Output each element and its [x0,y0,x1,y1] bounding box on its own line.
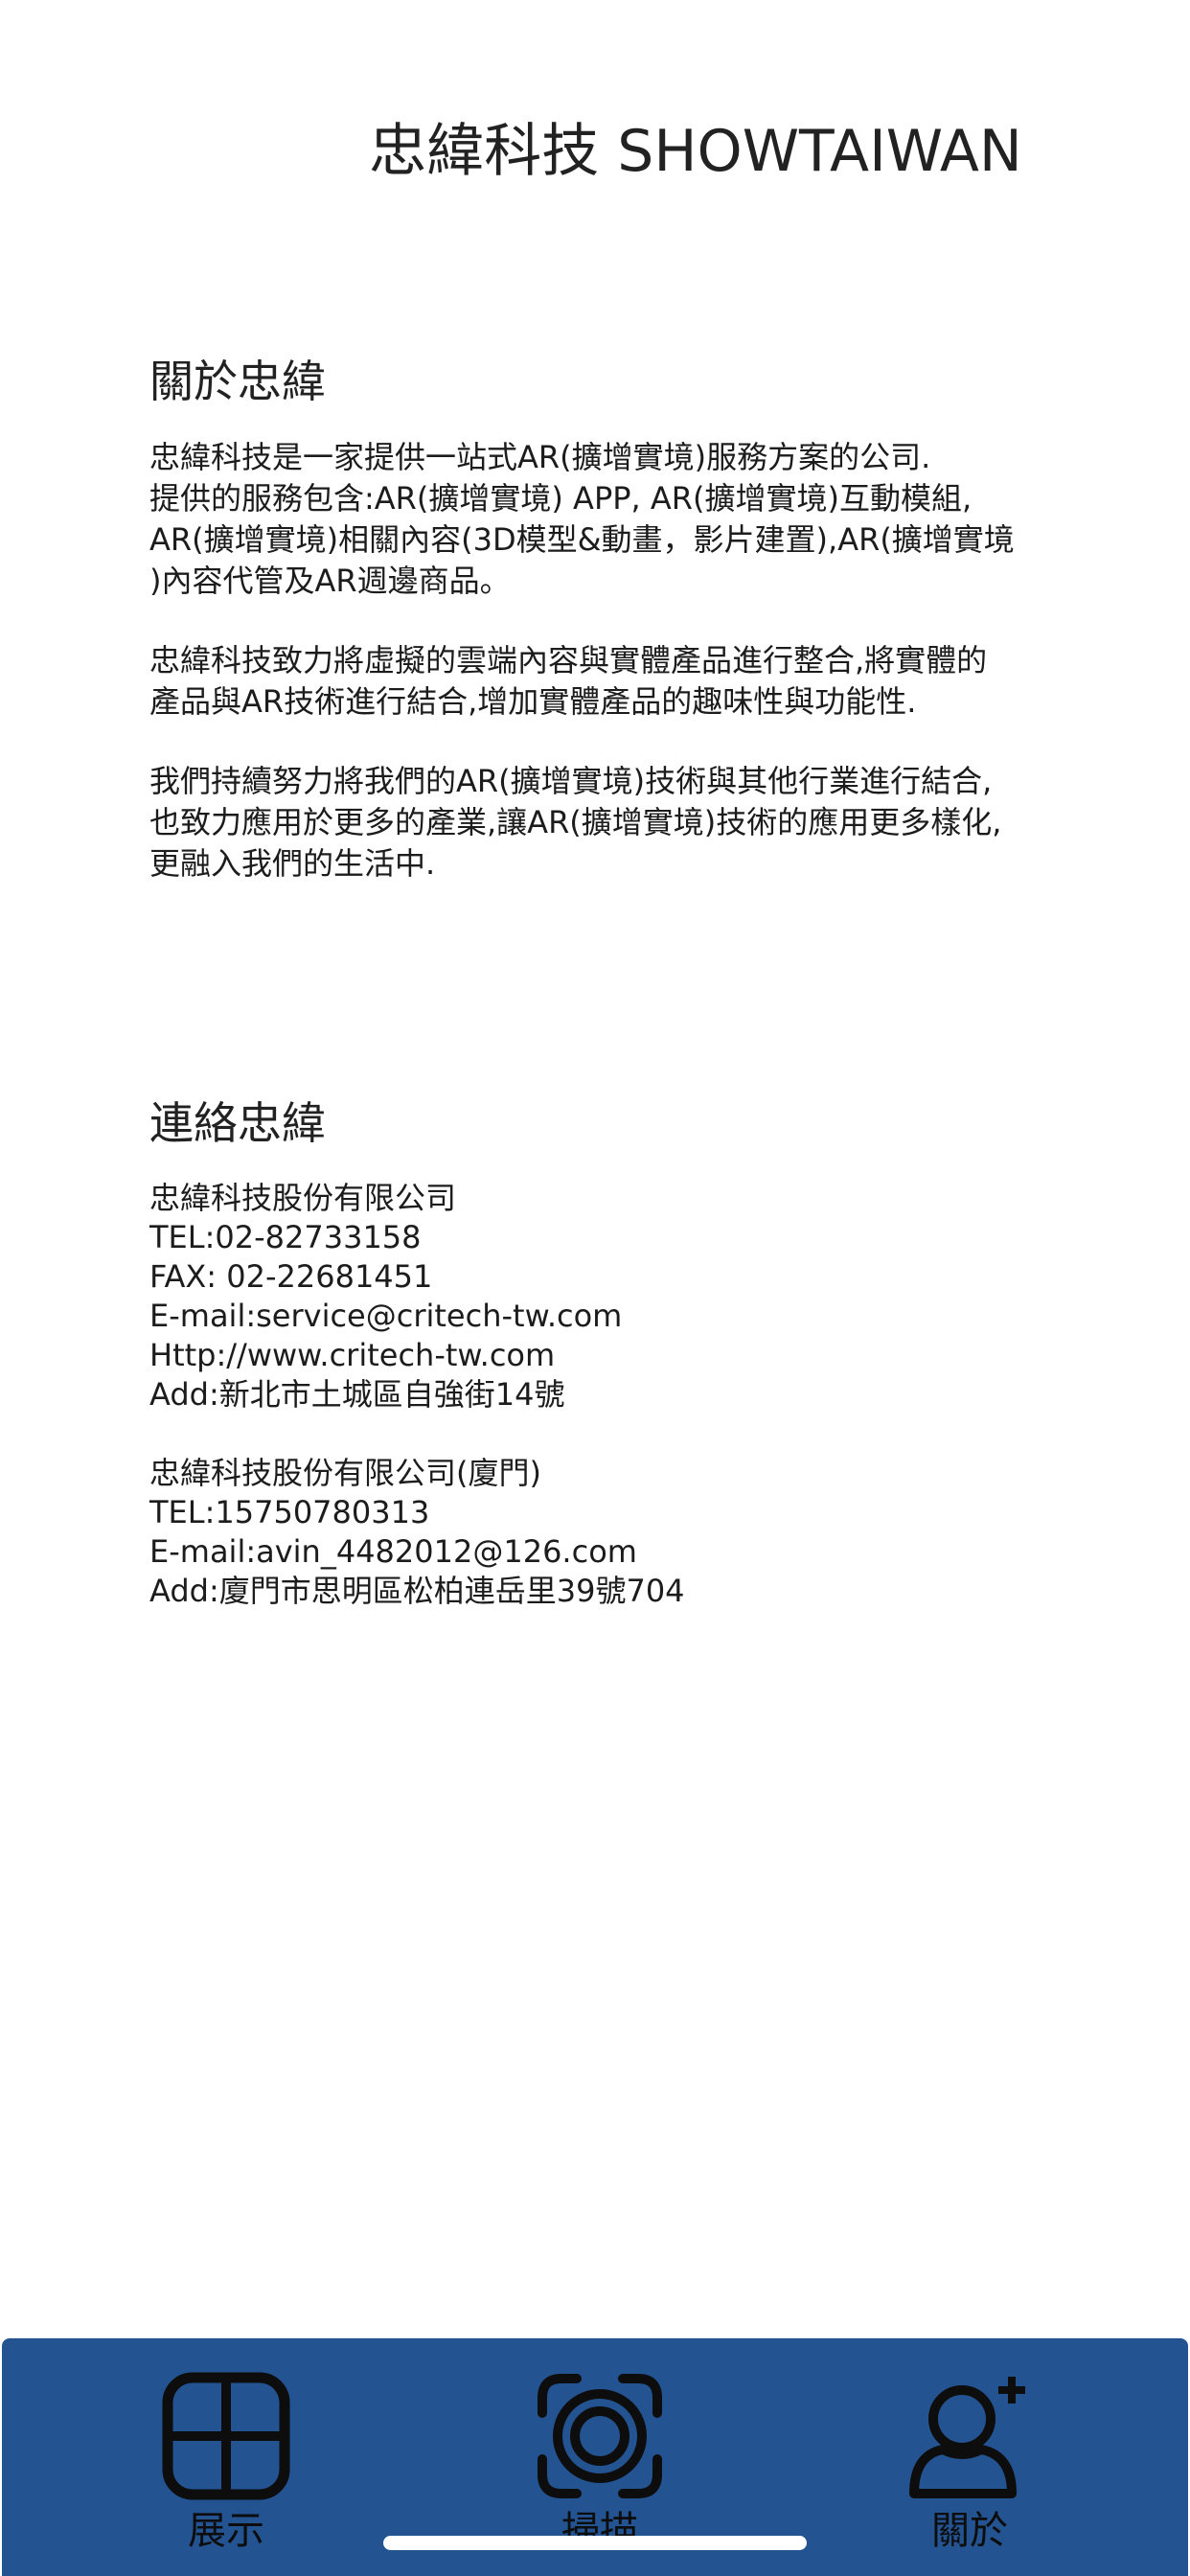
tab-label: 關於 [931,2509,1008,2553]
page-title: 忠緯科技 SHOWTAIWAN [369,118,1022,185]
contact-section: 連絡忠緯 忠緯科技股份有限公司 TEL:02-82733158 FAX: 02-… [149,1094,1127,1650]
contact-block-xiamen: 忠緯科技股份有限公司(廈門) TEL:15750780313 E-mail:av… [149,1454,1127,1611]
address: Add:新北市土城區自強街14號 [149,1376,565,1413]
website-link[interactable]: Http://www.critech-tw.com [149,1336,1127,1375]
add-user-icon [909,2377,1025,2498]
about-paragraph-3: 我們持續努力將我們的AR(擴增實境)技術與其他行業進行結合, 也致力應用於更多的… [149,763,1002,882]
tab-label: 展示 [188,2509,264,2553]
about-paragraph-2: 忠緯科技致力將虛擬的雲端內容與實體產品進行整合,將實體的 產品與AR技術進行結合… [149,642,988,720]
bottom-tab-bar: 展示 掃描 關於 [2,2338,1188,2576]
company-name: 忠緯科技股份有限公司(廈門) [149,1455,541,1491]
fax-number: FAX: 02-22681451 [149,1258,433,1295]
tab-about[interactable]: 關於 [826,2338,1113,2576]
home-indicator[interactable] [383,2536,807,2550]
phone-number[interactable]: TEL:02-82733158 [149,1218,1127,1257]
scan-target-icon [538,2374,662,2498]
grid-icon [162,2372,290,2500]
contact-block-taipei: 忠緯科技股份有限公司 TEL:02-82733158 FAX: 02-22681… [149,1179,1127,1414]
address: Add:廈門市思明區松柏連岳里39號704 [149,1573,685,1609]
about-paragraph-1: 忠緯科技是一家提供一站式AR(擴增實境)服務方案的公司. 提供的服務包含:AR(… [149,439,1015,599]
tab-display[interactable]: 展示 [82,2338,370,2576]
email-link[interactable]: E-mail:service@critech-tw.com [149,1297,1127,1336]
contact-heading: 連絡忠緯 [149,1097,326,1149]
about-heading: 關於忠緯 [149,356,326,407]
phone-number[interactable]: TEL:15750780313 [149,1493,1127,1532]
about-section: 關於忠緯 忠緯科技是一家提供一站式AR(擴增實境)服務方案的公司. 提供的服務包… [149,353,1127,923]
email-link[interactable]: E-mail:avin_4482012@126.com [149,1532,1127,1572]
company-name: 忠緯科技股份有限公司 [149,1180,457,1216]
